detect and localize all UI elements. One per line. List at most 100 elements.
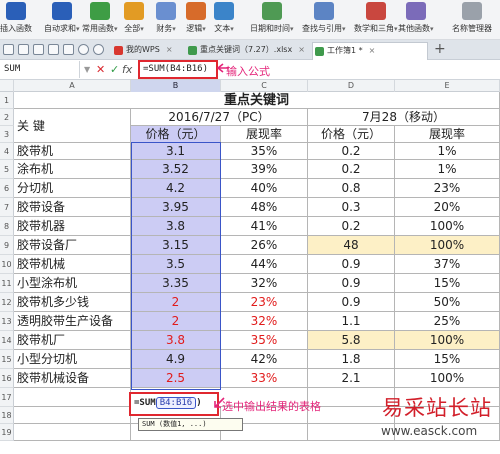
rate-mobile-cell[interactable]: 37% bbox=[395, 255, 500, 274]
print-icon[interactable] bbox=[48, 44, 59, 55]
empty-cell[interactable] bbox=[14, 424, 131, 441]
price-pc-cell[interactable]: 3.8 bbox=[131, 217, 221, 236]
price-pc-cell[interactable]: 3.95 bbox=[131, 198, 221, 217]
rate-mobile-cell[interactable]: 25% bbox=[395, 312, 500, 331]
empty-cell[interactable] bbox=[14, 388, 131, 407]
ribbon-button-9[interactable]: 数学和三角▾ bbox=[354, 2, 398, 38]
new-tab-icon[interactable]: + bbox=[434, 41, 446, 57]
price-pc-cell[interactable]: 2.5 bbox=[131, 369, 221, 388]
tab-workbook1[interactable]: 工作簿1 * × bbox=[312, 42, 428, 60]
ribbon-button-1[interactable]: 自动求和▾ bbox=[44, 2, 80, 38]
new-file-icon[interactable] bbox=[18, 44, 29, 55]
chevron-down-icon[interactable]: ▼ bbox=[84, 61, 90, 78]
tab-my-wps[interactable]: 我的WPS × bbox=[112, 42, 173, 60]
ribbon-button-7[interactable]: 日期和时间▾ bbox=[250, 2, 294, 38]
redo-icon[interactable] bbox=[93, 44, 104, 55]
keyword-cell[interactable]: 胶带机械设备 bbox=[14, 369, 131, 388]
column-header-c[interactable]: C bbox=[221, 80, 308, 92]
price-mobile-cell[interactable]: 0.3 bbox=[308, 198, 395, 217]
price-mobile-cell[interactable]: 5.8 bbox=[308, 331, 395, 350]
rate-pc-cell[interactable]: 44% bbox=[221, 255, 308, 274]
price-mobile-cell[interactable]: 2.1 bbox=[308, 369, 395, 388]
chevron-down-icon[interactable]: ▾ bbox=[430, 25, 434, 33]
undo-icon[interactable] bbox=[78, 44, 89, 55]
price-mobile-cell[interactable]: 0.8 bbox=[308, 179, 395, 198]
header-group-pc[interactable]: 2016/7/27（PC） bbox=[131, 109, 308, 126]
formula-input[interactable]: =SUM(B4:B16) bbox=[138, 60, 218, 79]
ribbon-button-6[interactable]: 文本▾ bbox=[214, 2, 234, 38]
header-price-pc[interactable]: 价格（元） bbox=[131, 126, 221, 143]
keyword-cell[interactable]: 涂布机 bbox=[14, 160, 131, 179]
price-mobile-cell[interactable]: 48 bbox=[308, 236, 395, 255]
row-header[interactable]: 14 bbox=[0, 331, 14, 350]
confirm-icon[interactable]: ✓ bbox=[110, 61, 119, 78]
price-mobile-cell[interactable]: 0.2 bbox=[308, 217, 395, 236]
price-mobile-cell[interactable]: 1.8 bbox=[308, 350, 395, 369]
row-header[interactable]: 11 bbox=[0, 274, 14, 293]
chevron-down-icon[interactable]: ▾ bbox=[172, 25, 176, 33]
chevron-down-icon[interactable]: ▾ bbox=[202, 25, 206, 33]
row-header[interactable]: 18 bbox=[0, 407, 14, 424]
header-rate-pc[interactable]: 展现率 bbox=[221, 126, 308, 143]
price-mobile-cell[interactable]: 0.2 bbox=[308, 160, 395, 179]
price-pc-cell[interactable]: 3.15 bbox=[131, 236, 221, 255]
price-mobile-cell[interactable]: 0.9 bbox=[308, 274, 395, 293]
price-mobile-cell[interactable]: 1.1 bbox=[308, 312, 395, 331]
row-header[interactable]: 13 bbox=[0, 312, 14, 331]
ribbon-button-3[interactable]: 全部▾ bbox=[124, 2, 144, 38]
row-header[interactable]: 5 bbox=[0, 160, 14, 179]
keyword-cell[interactable]: 胶带机 bbox=[14, 143, 131, 160]
rate-mobile-cell[interactable]: 100% bbox=[395, 331, 500, 350]
price-pc-cell[interactable]: 2 bbox=[131, 312, 221, 331]
keyword-cell[interactable]: 小型涂布机 bbox=[14, 274, 131, 293]
price-pc-cell[interactable]: 2 bbox=[131, 293, 221, 312]
sheet-title[interactable]: 重点关键词 bbox=[14, 92, 500, 109]
tab-keyword-file[interactable]: 重点关键词（7.27）.xlsx × bbox=[186, 42, 305, 60]
rate-pc-cell[interactable]: 32% bbox=[221, 274, 308, 293]
rate-mobile-cell[interactable]: 20% bbox=[395, 198, 500, 217]
keyword-cell[interactable]: 胶带机厂 bbox=[14, 331, 131, 350]
rate-pc-cell[interactable]: 35% bbox=[221, 331, 308, 350]
rate-pc-cell[interactable]: 32% bbox=[221, 312, 308, 331]
chevron-down-icon[interactable]: ▾ bbox=[114, 25, 118, 33]
keyword-cell[interactable]: 胶带机多少钱 bbox=[14, 293, 131, 312]
column-header-b[interactable]: B bbox=[131, 80, 221, 92]
keyword-cell[interactable]: 胶带设备厂 bbox=[14, 236, 131, 255]
price-pc-cell[interactable]: 4.2 bbox=[131, 179, 221, 198]
cancel-icon[interactable]: ✕ bbox=[96, 61, 105, 78]
close-icon[interactable]: × bbox=[298, 45, 305, 54]
rate-pc-cell[interactable]: 26% bbox=[221, 236, 308, 255]
ribbon-button-10[interactable]: 其他函数▾ bbox=[398, 2, 434, 38]
keyword-cell[interactable]: 胶带机器 bbox=[14, 217, 131, 236]
price-pc-cell[interactable]: 3.35 bbox=[131, 274, 221, 293]
chevron-down-icon[interactable]: ▾ bbox=[290, 25, 294, 33]
row-header[interactable]: 2 bbox=[0, 109, 14, 126]
price-pc-cell[interactable]: 3.5 bbox=[131, 255, 221, 274]
rate-pc-cell[interactable]: 23% bbox=[221, 293, 308, 312]
row-header[interactable]: 15 bbox=[0, 350, 14, 369]
chevron-down-icon[interactable]: ▾ bbox=[140, 25, 144, 33]
price-pc-cell[interactable]: 3.1 bbox=[131, 143, 221, 160]
column-header-d[interactable]: D bbox=[308, 80, 395, 92]
rate-mobile-cell[interactable]: 100% bbox=[395, 236, 500, 255]
row-header[interactable]: 16 bbox=[0, 369, 14, 388]
rate-pc-cell[interactable]: 48% bbox=[221, 198, 308, 217]
name-box[interactable]: SUM bbox=[0, 61, 80, 78]
column-header-a[interactable]: A bbox=[14, 80, 131, 92]
menu-icon[interactable] bbox=[3, 44, 14, 55]
row-header[interactable]: 3 bbox=[0, 126, 14, 143]
price-mobile-cell[interactable]: 0.9 bbox=[308, 293, 395, 312]
row-header[interactable]: 12 bbox=[0, 293, 14, 312]
keyword-cell[interactable]: 胶带设备 bbox=[14, 198, 131, 217]
rate-mobile-cell[interactable]: 100% bbox=[395, 369, 500, 388]
row-header[interactable]: 1 bbox=[0, 92, 14, 109]
print-preview-icon[interactable] bbox=[63, 44, 74, 55]
price-mobile-cell[interactable]: 0.9 bbox=[308, 255, 395, 274]
row-header[interactable]: 6 bbox=[0, 179, 14, 198]
ribbon-button-4[interactable]: 财务▾ bbox=[156, 2, 176, 38]
header-keyword[interactable]: 关 键 bbox=[14, 109, 131, 143]
rate-mobile-cell[interactable]: 1% bbox=[395, 160, 500, 179]
rate-pc-cell[interactable]: 35% bbox=[221, 143, 308, 160]
chevron-down-icon[interactable]: ▾ bbox=[76, 25, 80, 33]
rate-pc-cell[interactable]: 40% bbox=[221, 179, 308, 198]
